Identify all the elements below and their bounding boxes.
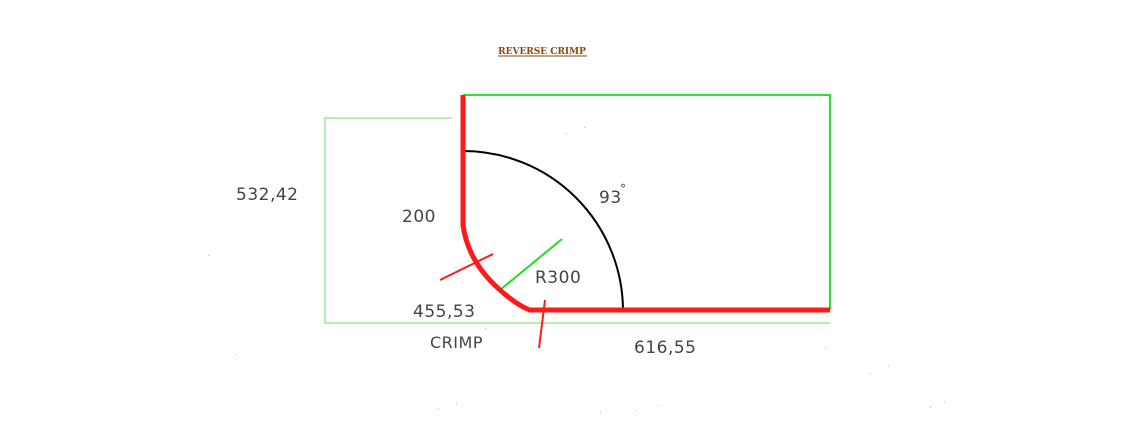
base-length-dimension: 616,55 (634, 338, 696, 358)
height-dimension: 532,42 (236, 185, 298, 205)
outline-box (463, 94, 831, 310)
arc-length-dimension: 455,53 (413, 302, 475, 322)
degree-mark: ° (620, 182, 627, 196)
title-group: REVERSE CRIMP (498, 47, 587, 57)
angle-dimension: 93 (599, 188, 622, 208)
dimension-frame (324, 117, 830, 324)
crimp-profile (460, 95, 830, 313)
flange-dimension: 200 (402, 207, 436, 227)
crimp-diagram: REVERSE CRIMP 532,42 200 93 ° R300 455,5… (208, 47, 945, 413)
radius-dimension: R300 (535, 268, 581, 288)
crimp-label: CRIMP (430, 333, 483, 352)
bend-end-tick (538, 299, 546, 349)
